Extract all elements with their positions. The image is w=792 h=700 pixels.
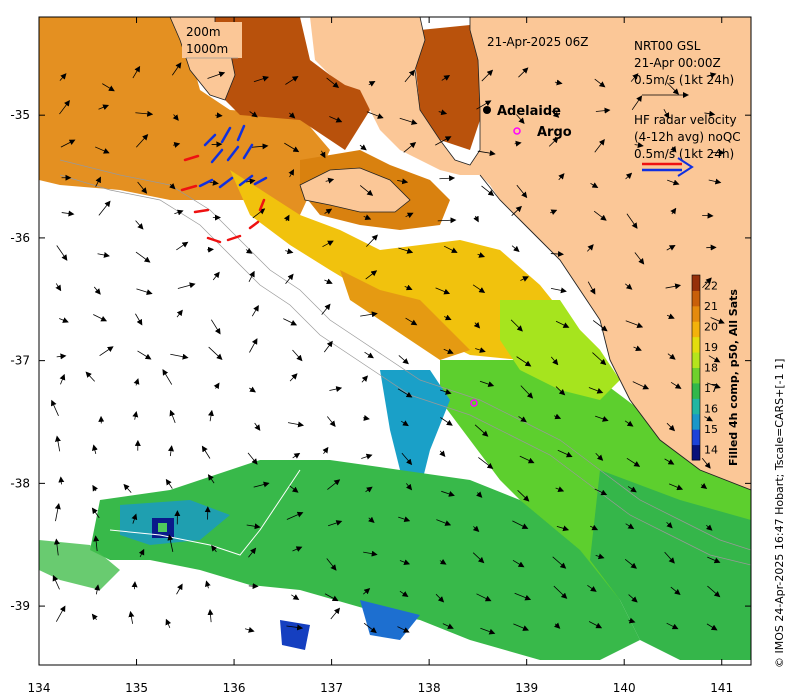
colorbar-tick-label: 20 <box>704 320 718 333</box>
lon-tick-label: 138 <box>418 681 441 695</box>
model-current-arrow <box>206 246 215 253</box>
adelaide-marker <box>483 106 491 114</box>
colorbar-tick-label: 19 <box>704 341 718 354</box>
adelaide-label: Adelaide <box>497 104 561 119</box>
lon-tick-label: 140 <box>613 681 636 695</box>
colorbar-swatch <box>692 444 700 461</box>
colorbar-swatch <box>692 290 700 307</box>
imos-credit: © IMOS 24-Apr-2025 16:47 Hobart; Tscale=… <box>773 359 786 668</box>
colorbar-swatch <box>692 382 700 399</box>
isobath-label-200m: 200m <box>186 25 221 39</box>
colorbar-swatch <box>692 398 700 415</box>
model-label-line3: 0.5m/s (1kt 24h) <box>634 73 734 87</box>
isobath-label-1000m: 1000m <box>186 42 228 56</box>
colorbar: 22 21 20 19 18 17 16 15 14 <box>691 274 718 461</box>
colorbar-tick-label: 18 <box>704 362 718 375</box>
lat-tick-label: -35 <box>10 108 30 122</box>
colorbar-swatch <box>692 413 700 430</box>
lon-tick-label: 137 <box>320 681 343 695</box>
colorbar-tick-label: 17 <box>704 382 718 395</box>
colorbar-swatch <box>692 275 700 291</box>
colorbar-label: Filled 4h comp, p50, All Sats <box>727 289 740 466</box>
lon-tick-label: 139 <box>515 681 538 695</box>
colorbar-tick-label: 21 <box>704 300 718 313</box>
model-current-arrow <box>131 581 138 590</box>
colorbar-swatch <box>692 352 700 368</box>
colorbar-tick-label: 16 <box>704 403 718 416</box>
colorbar-swatch <box>692 429 700 446</box>
radar-label-line1: HF radar velocity <box>634 113 737 127</box>
radar-label-line3: 0.5m/s (1kt 24h) <box>634 147 734 161</box>
lon-tick-label: 136 <box>223 681 246 695</box>
model-label-line2: 21-Apr 00:00Z <box>634 56 721 70</box>
lat-tick-label: -39 <box>10 599 30 613</box>
lon-tick-label: 134 <box>28 681 51 695</box>
colorbar-tick-label: 14 <box>704 444 718 457</box>
map-timestamp: 21-Apr-2025 06Z <box>487 35 589 49</box>
colorbar-swatch <box>692 336 700 353</box>
colorbar-swatch <box>692 305 700 322</box>
sst-current-map: 134 135 136 137 138 139 140 141 -35 -36 -37 -38 -39… <box>10 16 786 695</box>
colorbar-swatch <box>692 367 700 384</box>
radar-label-line2: (4-12h avg) noQC <box>634 130 741 144</box>
colorbar-tick-label: 15 <box>704 423 718 436</box>
colorbar-swatch <box>692 321 700 338</box>
lon-tick-label: 135 <box>125 681 148 695</box>
argo-label: Argo <box>537 125 572 140</box>
lat-tick-label: -37 <box>10 354 30 368</box>
lat-tick-label: -36 <box>10 231 30 245</box>
lat-tick-label: -38 <box>10 476 30 490</box>
model-label-line1: NRT00 GSL <box>634 39 701 53</box>
colorbar-tick-label: 22 <box>704 279 718 292</box>
lon-tick-label: 141 <box>710 681 733 695</box>
